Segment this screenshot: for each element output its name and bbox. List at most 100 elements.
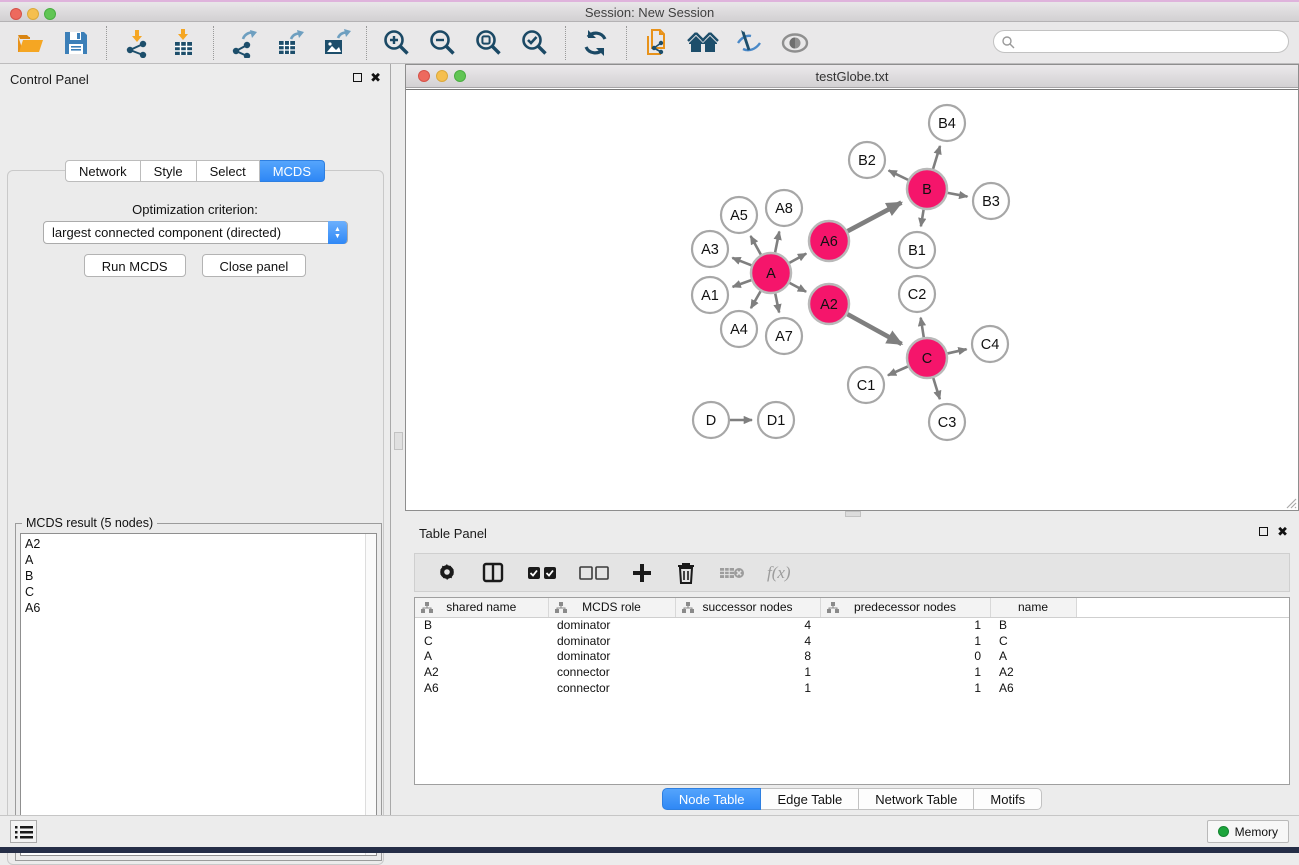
table-cell[interactable]: dominator (548, 617, 675, 633)
refresh-icon[interactable] (580, 27, 612, 59)
optimization-dropdown[interactable]: largest connected component (directed) ▲… (43, 221, 348, 244)
clone-network-icon[interactable] (641, 27, 673, 59)
export-image-icon[interactable] (320, 27, 352, 59)
table-row[interactable]: A2connector11A2 (415, 664, 1289, 680)
list-item[interactable]: A6 (25, 600, 376, 616)
table-cell[interactable]: 4 (675, 617, 820, 633)
vertical-splitter-grip[interactable] (394, 432, 403, 450)
table-cell[interactable]: 1 (820, 664, 990, 680)
column-header-shared-name[interactable]: shared name (415, 598, 548, 617)
save-session-icon[interactable] (60, 27, 92, 59)
table-row[interactable]: Bdominator41B (415, 617, 1289, 633)
table-cell[interactable]: 4 (675, 633, 820, 649)
task-history-button[interactable] (10, 820, 37, 843)
column-header-MCDS-role[interactable]: MCDS role (548, 598, 675, 617)
table-cell[interactable]: dominator (548, 649, 675, 665)
memory-button[interactable]: Memory (1207, 820, 1289, 843)
edge-A-A7[interactable] (775, 294, 779, 313)
edge-A-A2[interactable] (790, 283, 807, 292)
column-header-name[interactable]: name (990, 598, 1076, 617)
result-scrollbar[interactable] (365, 534, 376, 855)
edge-A-A1[interactable] (733, 280, 752, 287)
column-header-predecessor-nodes[interactable]: predecessor nodes (820, 598, 990, 617)
table-row[interactable]: Cdominator41C (415, 633, 1289, 649)
network-graph[interactable]: B4B2BB3A8A5A6A3B1AC2A1A2A4A7C4CC1DD1C3 (406, 90, 1298, 511)
tab-select[interactable]: Select (197, 160, 260, 182)
table-cell[interactable]: 8 (675, 649, 820, 665)
edge-A-A4[interactable] (751, 291, 761, 308)
delete-table-icon[interactable] (719, 560, 745, 586)
table-cell[interactable]: C (990, 633, 1076, 649)
zoom-out-icon[interactable] (427, 27, 459, 59)
toolbar-search[interactable] (993, 30, 1289, 53)
import-table-icon[interactable] (167, 27, 199, 59)
edge-A-A8[interactable] (775, 232, 779, 253)
list-item[interactable]: A2 (25, 536, 376, 552)
tab-network[interactable]: Network (65, 160, 141, 182)
table-cell[interactable]: A (990, 649, 1076, 665)
zoom-in-icon[interactable] (381, 27, 413, 59)
table-cell[interactable]: 0 (820, 649, 990, 665)
edge-B-B1[interactable] (921, 210, 924, 227)
node-table[interactable]: shared nameMCDS rolesuccessor nodesprede… (414, 597, 1290, 785)
edge-B-B4[interactable] (933, 146, 940, 169)
table-cell[interactable]: A6 (415, 680, 548, 696)
edge-B-B3[interactable] (948, 193, 968, 197)
edge-C-C1[interactable] (888, 366, 908, 375)
vertical-splitter[interactable] (392, 64, 405, 815)
edge-C-C4[interactable] (947, 349, 966, 353)
float-panel-icon[interactable] (353, 73, 362, 82)
table-close-icon[interactable]: ✖ (1277, 524, 1288, 540)
edge-A-A5[interactable] (751, 236, 761, 255)
edge-A-A6[interactable] (789, 254, 806, 263)
split-view-icon[interactable] (481, 560, 505, 586)
table-cell[interactable]: B (415, 617, 548, 633)
table-cell[interactable]: 1 (675, 664, 820, 680)
function-builder-icon[interactable]: f(x) (767, 560, 791, 586)
open-file-icon[interactable] (14, 27, 46, 59)
export-network-icon[interactable] (228, 27, 260, 59)
edge-C-C3[interactable] (933, 378, 940, 399)
tab-node-table[interactable]: Node Table (662, 788, 762, 810)
table-cell[interactable]: C (415, 633, 548, 649)
tab-motifs[interactable]: Motifs (974, 788, 1042, 810)
home-layout-icon[interactable] (687, 27, 719, 59)
column-header-successor-nodes[interactable]: successor nodes (675, 598, 820, 617)
edge-A6-B[interactable] (848, 203, 902, 232)
network-canvas[interactable]: B4B2BB3A8A5A6A3B1AC2A1A2A4A7C4CC1DD1C3 (406, 89, 1298, 510)
run-mcds-button[interactable]: Run MCDS (84, 254, 186, 277)
list-item[interactable]: B (25, 568, 376, 584)
table-cell[interactable]: A2 (415, 664, 548, 680)
deselect-all-icon[interactable] (579, 560, 609, 586)
edge-C-C2[interactable] (921, 318, 924, 338)
table-cell[interactable]: 1 (820, 633, 990, 649)
table-cell[interactable]: 1 (820, 617, 990, 633)
table-row[interactable]: A6connector11A6 (415, 680, 1289, 696)
network-window-titlebar[interactable]: testGlobe.txt (406, 65, 1298, 88)
list-item[interactable]: A (25, 552, 376, 568)
edge-B-B2[interactable] (889, 170, 908, 179)
settings-gear-icon[interactable] (435, 560, 459, 586)
zoom-fit-icon[interactable] (473, 27, 505, 59)
tab-edge-table[interactable]: Edge Table (761, 788, 859, 810)
table-row[interactable]: Adominator80A (415, 649, 1289, 665)
select-all-icon[interactable] (527, 560, 557, 586)
table-cell[interactable]: connector (548, 680, 675, 696)
table-cell[interactable]: A (415, 649, 548, 665)
list-item[interactable]: C (25, 584, 376, 600)
table-cell[interactable]: connector (548, 664, 675, 680)
tab-network-table[interactable]: Network Table (859, 788, 974, 810)
delete-column-icon[interactable] (675, 560, 697, 586)
table-cell[interactable]: B (990, 617, 1076, 633)
zoom-selected-icon[interactable] (519, 27, 551, 59)
table-cell[interactable]: 1 (820, 680, 990, 696)
search-input[interactable] (1015, 35, 1288, 49)
show-graphics-eye-icon[interactable] (779, 27, 811, 59)
mcds-result-list[interactable]: A2ABCA6 (20, 533, 377, 856)
tab-style[interactable]: Style (141, 160, 197, 182)
hide-edges-icon[interactable] (733, 27, 765, 59)
table-float-icon[interactable] (1259, 527, 1268, 536)
edge-A2-C[interactable] (847, 314, 901, 344)
tab-mcds[interactable]: MCDS (260, 160, 325, 182)
edge-A-A3[interactable] (732, 258, 751, 266)
